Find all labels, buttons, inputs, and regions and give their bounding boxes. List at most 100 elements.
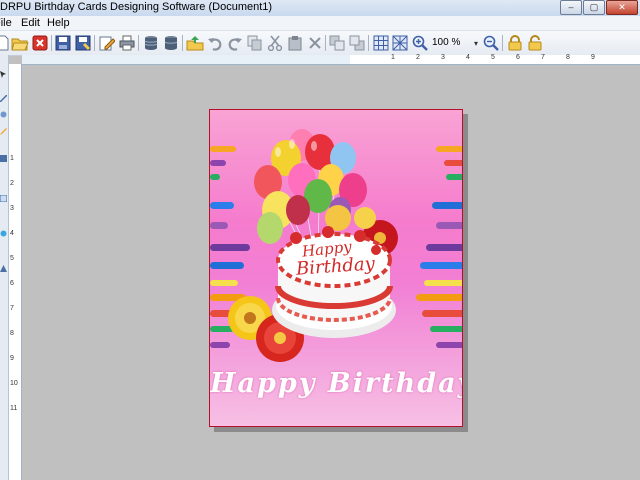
birthday-card[interactable]: Happy Birthday Happy Birthday <box>209 109 463 427</box>
export-button[interactable] <box>186 34 204 52</box>
close-window-button[interactable]: ✕ <box>606 0 638 15</box>
menu-edit[interactable]: Edit <box>21 17 40 29</box>
undo-icon <box>208 38 222 51</box>
ruler-label: 1 <box>391 54 395 61</box>
ruler-label: 7 <box>10 305 14 312</box>
ruler-label: 3 <box>441 54 445 61</box>
ruler-label: 5 <box>491 54 495 61</box>
menu-help[interactable]: Help <box>47 17 70 29</box>
ruler-label: 3 <box>10 205 14 212</box>
save-icon <box>55 35 71 51</box>
new-icon <box>0 35 9 51</box>
left-tool-panel <box>0 55 9 480</box>
ruler-label: 6 <box>10 280 14 287</box>
undo-button[interactable] <box>206 34 224 52</box>
maximize-button[interactable]: ▢ <box>583 0 605 15</box>
separator <box>138 35 139 51</box>
pencil-tool-icon[interactable] <box>0 128 7 135</box>
separator <box>182 35 183 51</box>
bring-front-icon <box>329 35 345 51</box>
delete-button[interactable] <box>306 34 324 52</box>
rectangle-tool-icon[interactable] <box>0 155 7 162</box>
zoom-in-icon <box>412 35 428 51</box>
vertical-ruler: 1 2 3 4 5 6 7 8 9 10 11 <box>9 64 22 480</box>
database-export-button[interactable] <box>162 34 180 52</box>
snap-grid-button[interactable] <box>391 34 409 52</box>
edit-icon <box>99 36 115 51</box>
lock-icon <box>508 35 522 51</box>
zoom-in-button[interactable] <box>411 34 429 52</box>
redo-icon <box>228 38 242 51</box>
ruler-label: 10 <box>10 380 18 387</box>
zoom-level-input[interactable]: 100 % <box>432 37 460 48</box>
snap-grid-icon <box>392 35 408 51</box>
grid-button[interactable] <box>372 34 390 52</box>
print-icon <box>119 35 135 51</box>
unlock-icon <box>528 35 542 51</box>
zoom-out-button[interactable] <box>482 34 500 52</box>
ruler-label: 7 <box>541 54 545 61</box>
triangle-tool-icon[interactable] <box>0 265 7 272</box>
horizontal-ruler: 1 2 3 4 5 6 7 8 9 <box>22 54 640 65</box>
lock-button[interactable] <box>506 34 524 52</box>
cut-icon <box>267 35 283 51</box>
redo-button[interactable] <box>226 34 244 52</box>
ruler-label: 9 <box>591 54 595 61</box>
ruler-label: 8 <box>10 330 14 337</box>
save-as-button[interactable] <box>74 34 92 52</box>
paste-icon <box>288 36 302 51</box>
cut-button[interactable] <box>266 34 284 52</box>
open-icon <box>11 38 29 51</box>
toolbar: 100 % ▾ <box>0 31 640 56</box>
line-tool-icon[interactable] <box>0 95 7 102</box>
ruler-label: 2 <box>10 180 14 187</box>
ruler-label: 2 <box>416 54 420 61</box>
send-back-button[interactable] <box>348 34 366 52</box>
zoom-dropdown-arrow[interactable]: ▾ <box>474 39 478 48</box>
database-button[interactable] <box>142 34 160 52</box>
separator <box>325 35 326 51</box>
separator <box>51 35 52 51</box>
pointer-icon[interactable] <box>0 71 7 78</box>
delete-icon <box>309 37 321 49</box>
close-icon <box>32 35 48 51</box>
ruler-label: 5 <box>10 255 14 262</box>
ruler-label: 6 <box>516 54 520 61</box>
image-tool-icon[interactable] <box>0 195 7 202</box>
menu-file[interactable]: File <box>0 17 12 29</box>
open-button[interactable] <box>11 34 29 52</box>
window-title: DRPU Birthday Cards Designing Software (… <box>0 1 273 13</box>
zoom-out-icon <box>483 35 499 51</box>
separator <box>368 35 369 51</box>
ruler-label: 1 <box>10 155 14 162</box>
separator <box>502 35 503 51</box>
right-stripes <box>416 146 462 348</box>
database-export-icon <box>164 36 178 50</box>
menu-bar: File Edit Help <box>0 16 640 31</box>
grid-icon <box>373 35 389 51</box>
edit-button[interactable] <box>98 34 116 52</box>
ellipse-tool-icon[interactable] <box>0 111 7 118</box>
save-as-icon <box>75 35 91 51</box>
copy-icon <box>247 35 262 51</box>
save-button[interactable] <box>54 34 72 52</box>
separator <box>94 35 95 51</box>
title-bar: DRPU Birthday Cards Designing Software (… <box>0 0 640 16</box>
close-document-button[interactable] <box>31 34 49 52</box>
window-controls: – ▢ ✕ <box>560 0 638 15</box>
copy-button[interactable] <box>246 34 264 52</box>
database-icon <box>144 36 158 50</box>
minimize-button[interactable]: – <box>560 0 582 15</box>
ruler-label: 4 <box>10 230 14 237</box>
bring-front-button[interactable] <box>328 34 346 52</box>
export-icon <box>186 36 204 51</box>
ruler-label: 9 <box>10 355 14 362</box>
unlock-button[interactable] <box>526 34 544 52</box>
print-button[interactable] <box>118 34 136 52</box>
star-tool-icon[interactable] <box>0 230 7 237</box>
paste-button[interactable] <box>286 34 304 52</box>
send-back-icon <box>349 35 365 51</box>
ruler-label: 11 <box>10 405 18 412</box>
card-greeting-text[interactable]: Happy Birthday <box>210 368 462 399</box>
ruler-label: 8 <box>566 54 570 61</box>
